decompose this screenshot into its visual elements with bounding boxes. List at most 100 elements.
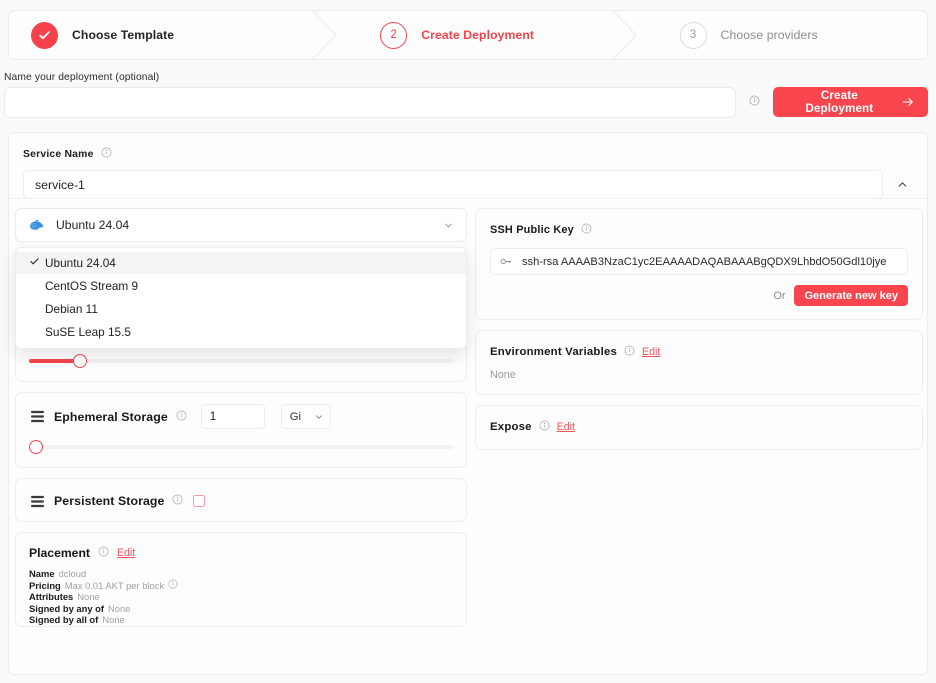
ssh-key-content: SSH Public Key ssh-rsa AAAAB3NzaC1yc2EAA…	[476, 209, 922, 319]
persistent-storage-info-icon[interactable]	[172, 492, 183, 510]
memory-slider[interactable]	[29, 354, 453, 368]
left-column: Ubuntu 24.04 Ubuntu 24.04 CentOS St	[15, 208, 467, 637]
chevron-up-icon	[896, 178, 909, 191]
deployment-name-label: Name your deployment (optional)	[4, 72, 159, 83]
check-icon	[38, 29, 51, 42]
placement-row-value: dcloud	[59, 568, 87, 579]
service-card: Service Name	[8, 132, 928, 675]
os-option-label: CentOS Stream 9	[45, 279, 138, 293]
service-name-info-icon[interactable]	[101, 145, 112, 163]
stepper-step-choose-providers[interactable]: 3 Choose providers	[638, 11, 927, 59]
chevron-down-icon	[443, 220, 454, 231]
ubuntu-logo-icon	[28, 218, 45, 233]
ephemeral-storage-value-input[interactable]	[201, 404, 265, 429]
step-separator-2	[612, 11, 638, 59]
ssh-generate-row: Or Generate new key	[490, 285, 908, 306]
placement-row-signed-any: Signed by any of None	[29, 603, 453, 614]
ssh-key-value: ssh-rsa AAAAB3NzaC1yc2EAAAADAQABAAABgQDX…	[522, 256, 886, 268]
environment-variables-info-icon[interactable]	[624, 343, 635, 361]
ephemeral-storage-unit-select[interactable]: Gi	[281, 404, 331, 429]
generate-new-key-button[interactable]: Generate new key	[794, 285, 908, 306]
os-option-label: Debian 11	[45, 302, 98, 316]
expose-edit-link[interactable]: Edit	[557, 421, 575, 433]
placement-header: Placement Edit	[29, 544, 453, 562]
key-icon	[500, 256, 513, 267]
placement-row-value: None	[102, 614, 124, 625]
os-option-ubuntu-2404[interactable]: Ubuntu 24.04	[16, 252, 466, 274]
service-header: Service Name	[23, 145, 915, 199]
ephemeral-storage-unit-value: Gi	[290, 411, 301, 423]
step-2-status-circle: 2	[380, 22, 407, 49]
placement-edit-link[interactable]: Edit	[117, 547, 135, 559]
ssh-key-input-box[interactable]: ssh-rsa AAAAB3NzaC1yc2EAAAADAQABAAABgQDX…	[490, 248, 908, 275]
persistent-storage-checkbox[interactable]	[193, 495, 205, 507]
placement-row-value: None	[77, 591, 99, 602]
service-name-input-row	[23, 170, 915, 199]
step-1-label: Choose Template	[72, 28, 174, 42]
stepper-step-choose-template[interactable]: Choose Template	[9, 11, 338, 59]
service-name-input[interactable]	[23, 170, 883, 199]
ephemeral-storage-title: Ephemeral Storage	[54, 410, 168, 424]
service-collapse-button[interactable]	[889, 172, 915, 198]
expose-content: Expose Edit	[476, 406, 922, 449]
ephemeral-storage-slider[interactable]	[29, 440, 453, 454]
expose-panel: Expose Edit	[475, 405, 923, 450]
ephemeral-slider-thumb[interactable]	[29, 440, 43, 454]
placement-info-icon[interactable]	[98, 544, 109, 562]
storage-icon	[29, 408, 46, 425]
placement-row-key: Attributes	[29, 591, 73, 602]
create-deployment-button[interactable]: Create Deployment	[773, 87, 928, 117]
ssh-key-panel: SSH Public Key ssh-rsa AAAAB3NzaC1yc2EAA…	[475, 208, 923, 320]
ephemeral-slider-track	[29, 445, 453, 449]
os-option-label: SuSE Leap 15.5	[45, 325, 131, 339]
deployment-name-info-icon[interactable]	[749, 93, 760, 111]
placement-row-pricing: Pricing Max 0.01 AKT per block	[29, 579, 453, 591]
ephemeral-storage-info-icon[interactable]	[176, 408, 187, 426]
create-deployment-page: Choose Template 2 Create Deployment 3 Ch…	[0, 0, 936, 683]
persistent-storage-title: Persistent Storage	[54, 494, 164, 508]
step-2-number: 2	[391, 29, 397, 41]
placement-content: Placement Edit Name dcloud	[16, 533, 466, 636]
memory-slider-track	[29, 359, 453, 363]
right-column: SSH Public Key ssh-rsa AAAAB3NzaC1yc2EAA…	[475, 208, 923, 460]
persistent-storage-row: Persistent Storage	[16, 479, 466, 510]
storage-icon	[29, 493, 46, 510]
ssh-key-header: SSH Public Key	[490, 221, 908, 239]
deployment-name-input[interactable]	[4, 87, 736, 118]
placement-row-attributes: Attributes None	[29, 591, 453, 602]
os-select[interactable]: Ubuntu 24.04	[15, 208, 467, 242]
service-name-label: Service Name	[23, 149, 94, 160]
ssh-key-info-icon[interactable]	[581, 221, 592, 239]
placement-row-name: Name dcloud	[29, 568, 453, 579]
ephemeral-slider-wrap	[16, 429, 466, 467]
memory-slider-thumb[interactable]	[73, 354, 87, 368]
environment-variables-panel: Environment Variables Edit None	[475, 330, 923, 395]
placement-title: Placement	[29, 546, 90, 560]
placement-row-key: Name	[29, 568, 55, 579]
ssh-key-title: SSH Public Key	[490, 224, 574, 236]
step-3-number: 3	[690, 29, 696, 41]
os-option-label: Ubuntu 24.04	[45, 256, 116, 270]
step-3-label: Choose providers	[721, 28, 818, 42]
os-option-debian-11[interactable]: Debian 11	[16, 298, 466, 320]
stepper-step-create-deployment[interactable]: 2 Create Deployment	[338, 11, 637, 59]
ssh-or-label: Or	[773, 290, 785, 302]
placement-row-signed-all: Signed by all of None	[29, 614, 453, 625]
placement-row-value: None	[108, 603, 130, 614]
create-deployment-button-label: Create Deployment	[787, 89, 891, 115]
placement-rows: Name dcloud Pricing Max 0.01 AKT per blo…	[29, 568, 453, 625]
os-option-suse-leap-155[interactable]: SuSE Leap 15.5	[16, 321, 466, 343]
step-separator-1	[312, 11, 338, 59]
os-select-wrapper: Ubuntu 24.04 Ubuntu 24.04 CentOS St	[15, 208, 467, 242]
expose-info-icon[interactable]	[539, 418, 550, 436]
ephemeral-storage-panel: Ephemeral Storage Gi	[15, 392, 467, 468]
environment-variables-edit-link[interactable]: Edit	[642, 346, 660, 358]
placement-row-key: Pricing	[29, 580, 61, 591]
os-option-centos-stream-9[interactable]: CentOS Stream 9	[16, 275, 466, 297]
placement-pricing-info-icon[interactable]	[168, 579, 178, 591]
placement-panel: Placement Edit Name dcloud	[15, 532, 467, 627]
check-icon	[29, 256, 45, 270]
environment-variables-value: None	[490, 369, 908, 381]
deployment-name-row: Create Deployment	[4, 86, 928, 118]
arrow-right-icon	[901, 95, 914, 109]
